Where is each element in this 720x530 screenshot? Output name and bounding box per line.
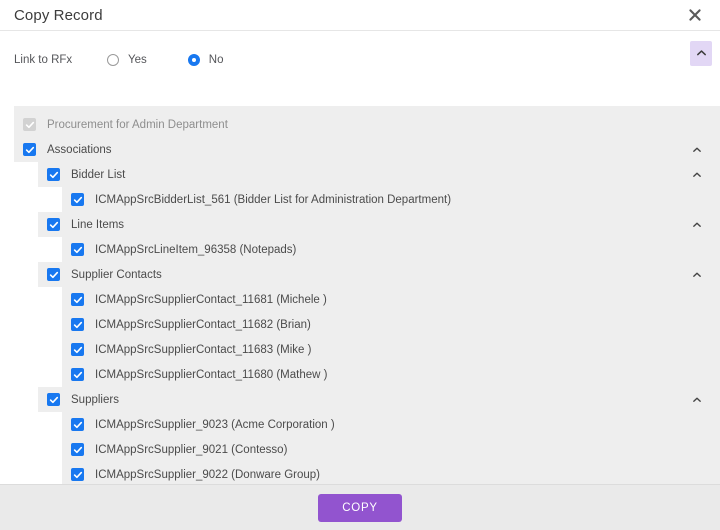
radio-option-no[interactable]: No bbox=[188, 54, 224, 66]
tree-panel: Procurement for Admin Department Associat… bbox=[14, 106, 720, 484]
chevron-up-icon[interactable] bbox=[692, 162, 702, 187]
tree-row[interactable]: Suppliers bbox=[14, 387, 720, 412]
tree-row-content: Line Items bbox=[47, 218, 124, 231]
chevron-up-icon[interactable] bbox=[692, 137, 702, 162]
checkbox[interactable] bbox=[47, 393, 60, 406]
tree-row[interactable]: ICMAppSrcSupplierContact_11682 (Brian) bbox=[14, 312, 720, 337]
tree-node-label: Bidder List bbox=[71, 169, 125, 181]
tree-indent-gutter bbox=[14, 162, 38, 187]
tree-row-content: Suppliers bbox=[47, 393, 119, 406]
tree-node-label: Line Items bbox=[71, 219, 124, 231]
checkbox[interactable] bbox=[71, 443, 84, 456]
checkbox[interactable] bbox=[23, 143, 36, 156]
tree-indent-gutter bbox=[14, 212, 38, 237]
filter-form-area: Link to RFx Yes No bbox=[0, 31, 720, 106]
tree-row[interactable]: Bidder List bbox=[14, 162, 720, 187]
tree-row[interactable]: ICMAppSrcSupplierContact_11681 (Michele … bbox=[14, 287, 720, 312]
tree-row[interactable]: ICMAppSrcSupplier_9021 (Contesso) bbox=[14, 437, 720, 462]
association-tree: Procurement for Admin Department Associat… bbox=[0, 106, 720, 484]
chevron-up-icon[interactable] bbox=[692, 262, 702, 287]
tree-row-content: ICMAppSrcSupplierContact_11681 (Michele … bbox=[71, 293, 327, 306]
tree-indent-gutter bbox=[14, 237, 62, 262]
collapse-panel-button[interactable] bbox=[690, 41, 712, 66]
tree-indent-gutter bbox=[14, 262, 38, 287]
tree-row-content: ICMAppSrcSupplier_9023 (Acme Corporation… bbox=[71, 418, 335, 431]
tree-node-label: Procurement for Admin Department bbox=[47, 119, 228, 131]
link-to-rfx-radio-group: Yes No bbox=[107, 54, 264, 66]
tree-row-content: ICMAppSrcBidderList_561 (Bidder List for… bbox=[71, 193, 451, 206]
chevron-up-icon[interactable] bbox=[692, 212, 702, 237]
link-to-rfx-row: Link to RFx Yes No bbox=[0, 31, 720, 75]
checkbox[interactable] bbox=[71, 468, 84, 481]
tree-indent-gutter bbox=[14, 312, 62, 337]
tree-row-content: Associations bbox=[23, 143, 112, 156]
checkbox[interactable] bbox=[71, 343, 84, 356]
tree-row[interactable]: ICMAppSrcSupplier_9023 (Acme Corporation… bbox=[14, 412, 720, 437]
radio-dot-no bbox=[188, 54, 200, 66]
tree-row[interactable]: ICMAppSrcSupplierContact_11683 (Mike ) bbox=[14, 337, 720, 362]
tree-row[interactable]: Associations bbox=[14, 137, 720, 162]
tree-node-label: ICMAppSrcLineItem_96358 (Notepads) bbox=[95, 244, 296, 256]
tree-indent-gutter bbox=[14, 437, 62, 462]
tree-indent-gutter bbox=[14, 462, 62, 484]
tree-node-label: ICMAppSrcSupplierContact_11680 (Mathew ) bbox=[95, 369, 327, 381]
checkbox[interactable] bbox=[47, 218, 60, 231]
dialog-footer: COPY bbox=[0, 484, 720, 530]
tree-indent-gutter bbox=[14, 387, 38, 412]
tree-row-content: ICMAppSrcLineItem_96358 (Notepads) bbox=[71, 243, 296, 256]
copy-record-dialog: Copy Record Link to RFx Yes No bbox=[0, 0, 720, 530]
link-to-rfx-label: Link to RFx bbox=[14, 54, 107, 66]
checkbox[interactable] bbox=[71, 368, 84, 381]
tree-node-label: Associations bbox=[47, 144, 112, 156]
checkbox[interactable] bbox=[71, 418, 84, 431]
tree-node-label: ICMAppSrcSupplierContact_11683 (Mike ) bbox=[95, 344, 311, 356]
radio-label-yes: Yes bbox=[128, 54, 147, 66]
tree-row-content: ICMAppSrcSupplier_9021 (Contesso) bbox=[71, 443, 287, 456]
tree-row[interactable]: Procurement for Admin Department bbox=[14, 112, 720, 137]
tree-row[interactable]: ICMAppSrcBidderList_561 (Bidder List for… bbox=[14, 187, 720, 212]
tree-row-content: Bidder List bbox=[47, 168, 125, 181]
tree-node-label: ICMAppSrcSupplierContact_11681 (Michele … bbox=[95, 294, 327, 306]
tree-node-label: Suppliers bbox=[71, 394, 119, 406]
tree-indent-gutter bbox=[14, 337, 62, 362]
dialog-header: Copy Record bbox=[0, 0, 720, 31]
checkbox[interactable] bbox=[71, 318, 84, 331]
tree-row-content: ICMAppSrcSupplierContact_11682 (Brian) bbox=[71, 318, 311, 331]
radio-option-yes[interactable]: Yes bbox=[107, 54, 147, 66]
tree-row-content: ICMAppSrcSupplierContact_11680 (Mathew ) bbox=[71, 368, 327, 381]
tree-indent-gutter bbox=[14, 287, 62, 312]
radio-dot-yes bbox=[107, 54, 119, 66]
tree-node-label: ICMAppSrcSupplier_9022 (Donware Group) bbox=[95, 469, 320, 481]
tree-indent-gutter bbox=[14, 412, 62, 437]
checkbox[interactable] bbox=[71, 293, 84, 306]
tree-node-label: ICMAppSrcSupplierContact_11682 (Brian) bbox=[95, 319, 311, 331]
checkbox[interactable] bbox=[71, 193, 84, 206]
checkbox-disabled bbox=[23, 118, 36, 131]
tree-row[interactable]: Supplier Contacts bbox=[14, 262, 720, 287]
tree-row[interactable]: ICMAppSrcSupplierContact_11680 (Mathew ) bbox=[14, 362, 720, 387]
close-icon[interactable] bbox=[684, 4, 706, 26]
tree-node-label: ICMAppSrcSupplier_9023 (Acme Corporation… bbox=[95, 419, 335, 431]
checkbox[interactable] bbox=[47, 168, 60, 181]
chevron-up-icon[interactable] bbox=[692, 387, 702, 412]
tree-row[interactable]: ICMAppSrcLineItem_96358 (Notepads) bbox=[14, 237, 720, 262]
tree-row-content: Procurement for Admin Department bbox=[23, 118, 228, 131]
tree-node-label: ICMAppSrcSupplier_9021 (Contesso) bbox=[95, 444, 287, 456]
tree-row-content: ICMAppSrcSupplier_9022 (Donware Group) bbox=[71, 468, 320, 481]
tree-row-content: ICMAppSrcSupplierContact_11683 (Mike ) bbox=[71, 343, 311, 356]
copy-button[interactable]: COPY bbox=[318, 494, 402, 522]
tree-node-label: Supplier Contacts bbox=[71, 269, 162, 281]
radio-label-no: No bbox=[209, 54, 224, 66]
tree-indent-gutter bbox=[14, 187, 62, 212]
checkbox[interactable] bbox=[71, 243, 84, 256]
page-title: Copy Record bbox=[14, 7, 103, 24]
tree-row-content: Supplier Contacts bbox=[47, 268, 162, 281]
checkbox[interactable] bbox=[47, 268, 60, 281]
tree-row[interactable]: ICMAppSrcSupplier_9022 (Donware Group) bbox=[14, 462, 720, 484]
tree-indent-gutter bbox=[14, 362, 62, 387]
chevron-up-icon bbox=[696, 48, 707, 59]
tree-node-label: ICMAppSrcBidderList_561 (Bidder List for… bbox=[95, 194, 451, 206]
tree-row[interactable]: Line Items bbox=[14, 212, 720, 237]
